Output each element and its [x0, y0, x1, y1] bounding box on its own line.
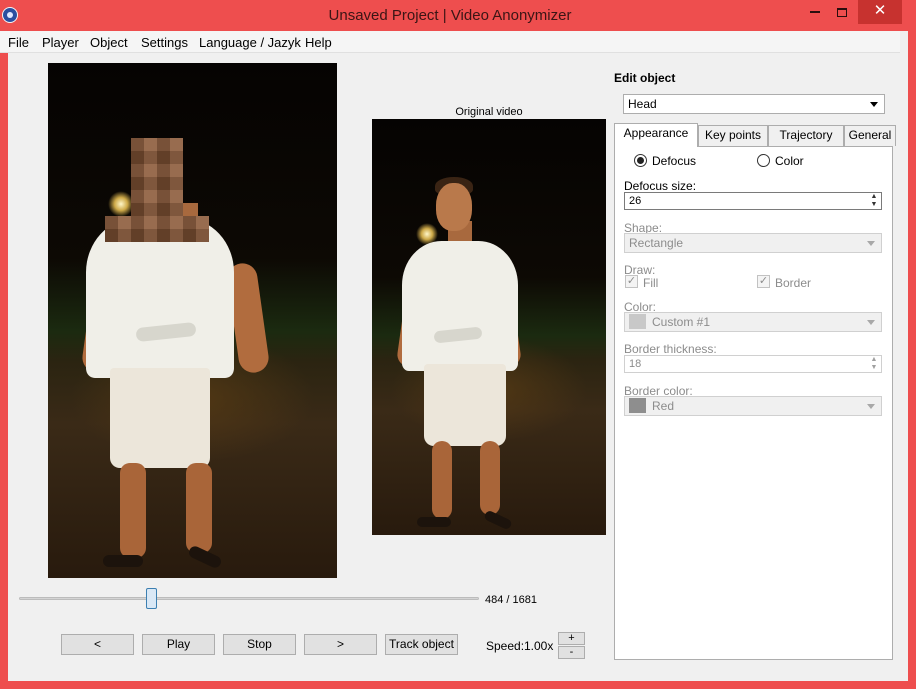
edit-object-title: Edit object	[614, 71, 676, 85]
fill-checkbox-label: Fill	[643, 276, 659, 290]
shape-select: Rectangle	[624, 233, 882, 253]
defocus-size-value: 26	[629, 195, 642, 207]
speed-decrease-button[interactable]: -	[558, 646, 585, 659]
original-video-label: Original video	[455, 106, 523, 118]
color-swatch	[629, 314, 646, 329]
menu-help[interactable]: Help	[305, 35, 332, 50]
border-color-select: Red	[624, 396, 882, 416]
border-thickness-label: Border thickness:	[624, 342, 717, 356]
previous-frame-button[interactable]: <	[61, 634, 134, 655]
menu-bar: File Player Object Settings Language / J…	[0, 31, 900, 53]
tab-general[interactable]: General	[844, 125, 896, 146]
chevron-down-icon	[867, 404, 875, 409]
original-video-view	[372, 119, 606, 535]
spin-up-icon[interactable]: ▲	[868, 193, 880, 201]
minimize-icon	[810, 11, 820, 14]
color-select-value: Custom #1	[652, 315, 711, 329]
border-checkbox: ✓	[757, 275, 770, 288]
border-checkbox-label: Border	[775, 276, 812, 290]
tab-key-points[interactable]: Key points	[698, 125, 768, 146]
defocus-size-input[interactable]: 26 ▲ ▼	[624, 192, 882, 210]
maximize-icon	[837, 7, 847, 17]
next-frame-button[interactable]: >	[304, 634, 377, 655]
menu-file[interactable]: File	[8, 35, 29, 50]
object-select-value: Head	[628, 97, 657, 111]
defocus-radio[interactable]	[634, 154, 647, 167]
maximize-button[interactable]	[828, 0, 856, 24]
object-select[interactable]: Head	[623, 94, 885, 114]
tab-appearance[interactable]: Appearance	[614, 123, 698, 147]
border-thickness-value: 18	[629, 358, 642, 370]
title-bar[interactable]: Unsaved Project | Video Anonymizer ✕	[0, 0, 908, 31]
speed-increase-button[interactable]: +	[558, 632, 585, 645]
border-color-select-value: Red	[652, 399, 675, 413]
chevron-down-icon	[870, 102, 878, 107]
defocus-size-label: Defocus size:	[624, 179, 697, 193]
border-thickness-input: 18 ▲ ▼	[624, 355, 882, 373]
menu-settings[interactable]: Settings	[141, 35, 188, 50]
spin-down-icon[interactable]: ▼	[868, 201, 880, 209]
spin-down-icon: ▼	[870, 364, 878, 371]
anonymized-video-view[interactable]	[48, 63, 337, 578]
timeline-slider[interactable]	[19, 597, 479, 600]
play-button[interactable]: Play	[142, 634, 215, 655]
face	[436, 183, 472, 231]
fill-checkbox: ✓	[625, 275, 638, 288]
minimize-button[interactable]	[800, 0, 830, 24]
window-title: Unsaved Project | Video Anonymizer	[328, 7, 572, 24]
menu-object[interactable]: Object	[90, 35, 128, 50]
frame-counter: 484 / 1681	[485, 594, 537, 606]
menu-language[interactable]: Language / Jazyk	[199, 35, 301, 50]
defocus-radio-label[interactable]: Defocus	[652, 154, 696, 168]
timeline-slider-handle[interactable]	[146, 588, 157, 609]
chevron-down-icon	[867, 320, 875, 325]
person-figure	[48, 63, 337, 578]
shape-select-value: Rectangle	[629, 236, 684, 250]
color-radio-label[interactable]: Color	[775, 154, 804, 168]
close-button[interactable]: ✕	[858, 0, 902, 24]
border-color-swatch	[629, 398, 646, 413]
person-figure	[372, 119, 606, 535]
close-icon: ✕	[873, 2, 887, 19]
stop-button[interactable]: Stop	[223, 634, 296, 655]
color-select: Custom #1	[624, 312, 882, 332]
menu-player[interactable]: Player	[42, 35, 79, 50]
chevron-down-icon	[867, 241, 875, 246]
spin-up-icon: ▲	[870, 356, 878, 363]
speed-label: Speed:	[486, 639, 525, 653]
tab-trajectory[interactable]: Trajectory	[768, 125, 844, 146]
track-object-button[interactable]: Track object	[385, 634, 458, 655]
color-radio[interactable]	[757, 154, 770, 167]
speed-value: 1.00x	[524, 639, 554, 653]
